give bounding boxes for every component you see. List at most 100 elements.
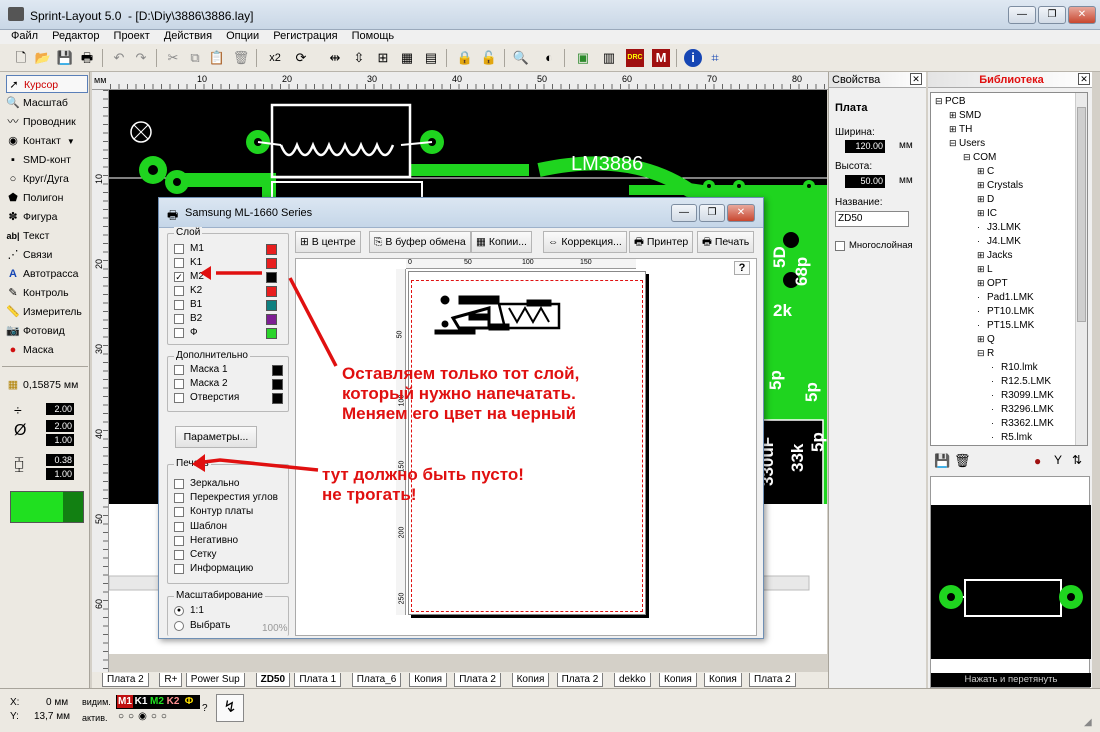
mask2-color[interactable] xyxy=(272,379,283,390)
tool-test[interactable]: ✎ Контроль xyxy=(6,284,88,302)
tree-node[interactable]: ⊞ TH xyxy=(949,123,972,136)
holes-checkbox[interactable] xyxy=(174,393,184,403)
layer-checkbox-4[interactable] xyxy=(174,300,184,310)
scale-1to1-radio[interactable]: ● xyxy=(174,606,184,616)
close-icon[interactable]: ✕ xyxy=(1078,73,1090,85)
board-tab[interactable]: Плата_6 xyxy=(351,673,402,687)
layer-k2-toggle[interactable]: K2 xyxy=(165,695,181,708)
undo-icon[interactable]: ↶ xyxy=(110,49,128,67)
board-tab[interactable]: ZD50 xyxy=(255,673,291,687)
tree-toggle-icon[interactable]: ⊞ xyxy=(949,109,959,122)
board-tab[interactable]: R+ xyxy=(159,673,183,687)
close-button[interactable]: ✕ xyxy=(1068,6,1096,24)
library-tree[interactable]: ⊟ PCB ⊞ SMD ⊞ TH ⊟ Users ⊟ COM ⊞ C ⊞ Crystals ⊞ D ⊞ IC · J3… xyxy=(930,92,1088,446)
tree-node[interactable]: · J3.LMK xyxy=(977,221,1021,234)
menu-file[interactable]: Файл xyxy=(11,30,38,43)
crop-icon[interactable]: ⌗ xyxy=(706,49,724,67)
zoom-icon[interactable]: 🔍 xyxy=(512,49,530,67)
dialog-close-button[interactable]: ✕ xyxy=(727,204,755,222)
save-icon[interactable]: 💾 xyxy=(934,453,950,469)
chevron-down-icon[interactable]: ▼ xyxy=(67,137,75,146)
tree-node[interactable]: ⊞ Crystals xyxy=(977,179,1023,192)
pad-outer-field[interactable]: 2.00 xyxy=(46,420,74,432)
tool-smd-pad[interactable]: ▪ SMD-конт xyxy=(6,151,88,169)
record-icon[interactable]: ● xyxy=(1034,454,1041,468)
clipboard-button[interactable]: ⎘ В буфер обмена xyxy=(369,231,471,253)
tree-node[interactable]: ⊞ OPT xyxy=(977,277,1008,290)
tree-toggle-icon[interactable]: ⊞ xyxy=(977,193,987,206)
holes-color[interactable] xyxy=(272,393,283,404)
route-mode-button[interactable]: ↯ xyxy=(216,694,244,722)
layer-checkbox-1[interactable] xyxy=(174,258,184,268)
dialog-maximize-button[interactable]: ❐ xyxy=(699,204,725,222)
tree-toggle-icon[interactable]: ⊟ xyxy=(977,347,987,360)
board-tab[interactable]: Копия xyxy=(659,673,697,687)
copy-icon[interactable]: ⧉ xyxy=(186,49,204,67)
tree-node[interactable]: ⊞ Jacks xyxy=(977,249,1013,262)
tree-node[interactable]: · R3099.LMK xyxy=(991,389,1054,402)
scale-custom-radio[interactable] xyxy=(174,621,184,631)
board-tab[interactable]: Плата 2 xyxy=(454,673,501,687)
open-folder-icon[interactable]: 📂 xyxy=(34,49,52,67)
print-option-checkbox-2[interactable] xyxy=(174,507,184,518)
board-tab[interactable]: Плата 2 xyxy=(749,673,796,687)
board-tab[interactable]: dekko xyxy=(614,673,651,687)
layer-m1-toggle[interactable]: M1 xyxy=(117,695,133,708)
board-tab[interactable]: Плата 2 xyxy=(556,673,604,687)
tree-node[interactable]: · R3296.LMK xyxy=(991,403,1054,416)
track-width-field[interactable]: 2.00 xyxy=(46,403,74,415)
tree-toggle-icon[interactable]: ⊞ xyxy=(977,333,987,346)
component-preview[interactable]: Нажать и перетянуть xyxy=(930,476,1091,688)
mirror-horizontal-icon[interactable]: ⇹ xyxy=(326,49,344,67)
tool-measure[interactable]: 📏 Измеритель xyxy=(6,303,88,321)
copies-button[interactable]: ▦ Копии... xyxy=(471,231,532,253)
smd-height-field[interactable]: 1.00 xyxy=(46,468,74,480)
tree-toggle-icon[interactable]: ⊟ xyxy=(935,95,945,108)
minimize-button[interactable]: — xyxy=(1008,6,1036,24)
tree-toggle-icon[interactable]: ⊞ xyxy=(977,207,987,220)
preview-help-button[interactable]: ? xyxy=(734,261,750,275)
resize-grip-icon[interactable]: ◢ xyxy=(1084,717,1092,728)
print-option-checkbox-1[interactable] xyxy=(174,493,184,504)
menu-options[interactable]: Опции xyxy=(226,30,259,43)
ungroup-icon[interactable]: ▤ xyxy=(422,49,440,67)
tree-node[interactable]: ⊞ SMD xyxy=(949,109,981,122)
tree-toggle-icon[interactable]: ⊞ xyxy=(977,263,987,276)
paste-icon[interactable]: 📋 xyxy=(208,49,226,67)
layer-color-swatch[interactable] xyxy=(266,314,277,325)
mask2-checkbox[interactable] xyxy=(174,379,184,389)
macro-icon[interactable]: M xyxy=(652,49,670,67)
board-tab[interactable]: Копия xyxy=(704,673,742,687)
redo-icon[interactable]: ↷ xyxy=(132,49,150,67)
menu-actions[interactable]: Действия xyxy=(164,30,212,43)
import-icon[interactable]: ▥ xyxy=(600,49,618,67)
board-tab[interactable]: Плата 1 xyxy=(294,673,342,687)
tree-node[interactable]: ⊟ Users xyxy=(949,137,985,150)
board-tab[interactable]: Плата 2 xyxy=(102,673,149,687)
tree-node[interactable]: · PT10.LMK xyxy=(977,305,1034,318)
info-icon[interactable]: i xyxy=(684,49,702,67)
tool-shape[interactable]: ✽ Фигура xyxy=(6,208,88,226)
active-radio-m2[interactable]: ◉ xyxy=(138,711,151,722)
board-height-field[interactable]: 50.00 xyxy=(845,175,885,188)
correction-button[interactable]: ⇔ Коррекция... xyxy=(543,231,627,253)
print-option-checkbox-4[interactable] xyxy=(174,535,184,546)
duplicate-button[interactable]: x2 xyxy=(264,49,286,67)
layer-k1-toggle[interactable]: K1 xyxy=(133,695,149,708)
center-button[interactable]: ⊞ В центре xyxy=(295,231,361,253)
print-option-checkbox-6[interactable] xyxy=(174,564,184,575)
layer-color-swatch[interactable] xyxy=(10,491,84,523)
tree-toggle-icon[interactable]: ⊞ xyxy=(977,165,987,178)
parameters-button[interactable]: Параметры... xyxy=(175,426,257,448)
rotate-icon[interactable]: ⟳ xyxy=(292,49,310,67)
tool-track[interactable]: 〰 Проводник xyxy=(6,113,88,131)
mask1-color[interactable] xyxy=(272,365,283,376)
board-width-field[interactable]: 120.00 xyxy=(845,140,885,153)
layer-checkbox-3[interactable] xyxy=(174,286,184,296)
tree-node[interactable]: ⊞ C xyxy=(977,165,994,178)
tree-node[interactable]: · Pad1.LMK xyxy=(977,291,1034,304)
tree-toggle-icon[interactable]: ⊞ xyxy=(977,179,987,192)
tool-pad[interactable]: ◉ Контакт ▼ xyxy=(6,132,88,150)
tree-node[interactable]: · J4.LMK xyxy=(977,235,1021,248)
smd-width-field[interactable]: 0.38 xyxy=(46,454,74,466)
